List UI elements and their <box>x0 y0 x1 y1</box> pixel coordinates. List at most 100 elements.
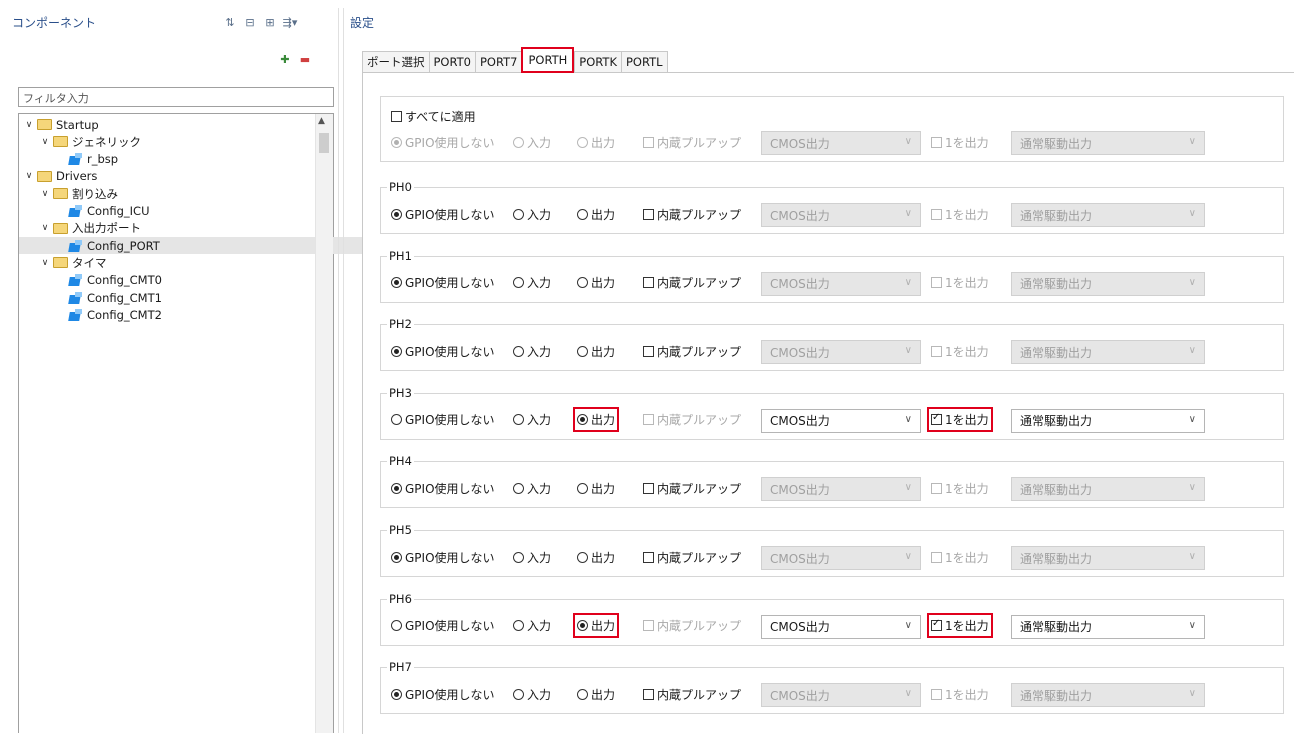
ph0-output-radio[interactable]: 出力 <box>577 203 615 225</box>
radio-icon[interactable] <box>513 208 524 220</box>
radio-icon[interactable] <box>391 414 402 426</box>
ph4-output-radio[interactable]: 出力 <box>577 477 615 499</box>
tree-item[interactable]: ∨ タイマ <box>19 254 107 271</box>
ph3-output-radio[interactable]: 出力 <box>572 407 620 433</box>
panel-splitter[interactable] <box>338 8 344 733</box>
checkbox-icon[interactable] <box>931 618 942 632</box>
ph7-gpio-radio[interactable]: GPIO使用しない <box>391 683 495 705</box>
radio-icon[interactable] <box>513 551 524 563</box>
ph7-output-radio[interactable]: 出力 <box>577 683 615 705</box>
tree-item[interactable]: r_bsp <box>19 151 118 168</box>
sort-az-icon[interactable]: ⇅ <box>223 15 237 29</box>
view-menu-icon[interactable]: ⇶▾ <box>283 15 298 29</box>
ph3-input-radio[interactable]: 入力 <box>513 409 551 431</box>
radio-icon[interactable] <box>513 345 524 357</box>
ph4-input-radio[interactable]: 入力 <box>513 477 551 499</box>
ph5-input-radio[interactable]: 入力 <box>513 546 551 568</box>
tree-item[interactable]: ∨ 割り込み <box>19 185 118 202</box>
ph5-output-radio[interactable]: 出力 <box>577 546 615 568</box>
ph5-pullup-checkbox[interactable]: 内蔵プルアップ <box>643 546 741 568</box>
checkbox-icon[interactable] <box>643 345 654 357</box>
tree-item[interactable]: Config_CMT2 <box>19 306 162 323</box>
ph6-output-1-checkbox[interactable]: 1を出力 <box>927 613 993 639</box>
radio-icon[interactable] <box>391 688 402 700</box>
checkbox-icon[interactable] <box>643 482 654 494</box>
tree-item[interactable]: ∨ ジェネリック <box>19 133 141 150</box>
radio-icon[interactable] <box>391 345 402 357</box>
radio-icon[interactable] <box>513 277 524 289</box>
radio-icon[interactable] <box>577 688 588 700</box>
checkbox-icon[interactable] <box>931 412 942 426</box>
ph6-input-radio[interactable]: 入力 <box>513 615 551 637</box>
tree-item[interactable]: ∨ 入出力ポート <box>19 220 141 237</box>
tab-ポート選択[interactable]: ポート選択 <box>362 51 429 73</box>
ph5-gpio-radio[interactable]: GPIO使用しない <box>391 546 495 568</box>
ph6-output-type-select[interactable]: CMOS出力 ∨ <box>761 614 921 639</box>
chevron-down-icon[interactable]: ∨ <box>39 223 51 233</box>
tab-porth[interactable]: PORTH <box>521 47 575 73</box>
ph2-input-radio[interactable]: 入力 <box>513 340 551 362</box>
radio-icon[interactable] <box>391 551 402 563</box>
ph0-input-radio[interactable]: 入力 <box>513 203 551 225</box>
radio-icon[interactable] <box>577 345 588 357</box>
chevron-down-icon[interactable]: ∨ <box>39 189 51 199</box>
tab-port0[interactable]: PORT0 <box>428 51 475 73</box>
ph4-gpio-radio[interactable]: GPIO使用しない <box>391 477 495 499</box>
radio-icon[interactable] <box>391 620 402 632</box>
add-component-icon[interactable]: ✚ <box>278 52 292 66</box>
radio-icon[interactable] <box>577 414 588 426</box>
ph3-output-type-select[interactable]: CMOS出力 ∨ <box>761 408 921 433</box>
ph6-output-radio[interactable]: 出力 <box>572 613 620 639</box>
checkbox-icon[interactable] <box>643 551 654 563</box>
ph2-output-radio[interactable]: 出力 <box>577 340 615 362</box>
ph1-input-radio[interactable]: 入力 <box>513 272 551 294</box>
filter-input[interactable]: フィルタ入力 <box>18 87 334 107</box>
ph6-drive-select[interactable]: 通常駆動出力 ∨ <box>1011 614 1205 639</box>
tree-scroll-thumb[interactable] <box>319 133 329 153</box>
apply-all-checkbox[interactable]: すべてに適用 <box>391 105 476 127</box>
ph3-drive-select[interactable]: 通常駆動出力 ∨ <box>1011 408 1205 433</box>
tab-portk[interactable]: PORTK <box>574 51 621 73</box>
expand-all-icon[interactable]: ⊞ <box>263 15 277 29</box>
radio-icon[interactable] <box>391 277 402 289</box>
radio-icon[interactable] <box>513 482 524 494</box>
tree-item[interactable]: Config_CMT0 <box>19 272 162 289</box>
radio-icon[interactable] <box>391 482 402 494</box>
tree-item[interactable]: Config_ICU <box>19 203 150 220</box>
scroll-up-icon[interactable]: ▲ <box>318 116 325 126</box>
checkbox-icon[interactable] <box>643 208 654 220</box>
ph1-pullup-checkbox[interactable]: 内蔵プルアップ <box>643 272 741 294</box>
ph2-pullup-checkbox[interactable]: 内蔵プルアップ <box>643 340 741 362</box>
tree-item[interactable]: ∨ Drivers <box>19 168 98 185</box>
chevron-down-icon[interactable]: ∨ <box>23 171 35 181</box>
radio-icon[interactable] <box>577 208 588 220</box>
ph7-pullup-checkbox[interactable]: 内蔵プルアップ <box>643 683 741 705</box>
ph6-gpio-radio[interactable]: GPIO使用しない <box>391 615 495 637</box>
tree-item[interactable]: ∨ Startup <box>19 116 99 133</box>
collapse-all-icon[interactable]: ⊟ <box>243 15 257 29</box>
radio-icon[interactable] <box>513 620 524 632</box>
ph0-pullup-checkbox[interactable]: 内蔵プルアップ <box>643 203 741 225</box>
chevron-down-icon[interactable]: ∨ <box>39 137 51 147</box>
radio-icon[interactable] <box>577 551 588 563</box>
ph1-output-radio[interactable]: 出力 <box>577 272 615 294</box>
ph7-input-radio[interactable]: 入力 <box>513 683 551 705</box>
ph0-gpio-radio[interactable]: GPIO使用しない <box>391 203 495 225</box>
checkbox-icon[interactable] <box>643 688 654 700</box>
tree-scrollbar[interactable]: ▲ <box>315 114 333 733</box>
remove-component-icon[interactable]: ▬ <box>298 52 312 66</box>
ph1-gpio-radio[interactable]: GPIO使用しない <box>391 272 495 294</box>
chevron-down-icon[interactable]: ∨ <box>23 120 35 130</box>
tab-port7[interactable]: PORT7 <box>474 51 522 73</box>
ph2-gpio-radio[interactable]: GPIO使用しない <box>391 340 495 362</box>
radio-icon[interactable] <box>513 414 524 426</box>
chevron-down-icon[interactable]: ∨ <box>39 258 51 268</box>
checkbox-icon[interactable] <box>391 110 402 122</box>
checkbox-icon[interactable] <box>643 277 654 289</box>
radio-icon[interactable] <box>391 208 402 220</box>
tab-portl[interactable]: PORTL <box>621 51 668 73</box>
ph3-output-1-checkbox[interactable]: 1を出力 <box>927 407 993 433</box>
radio-icon[interactable] <box>577 277 588 289</box>
ph4-pullup-checkbox[interactable]: 内蔵プルアップ <box>643 477 741 499</box>
ph3-gpio-radio[interactable]: GPIO使用しない <box>391 409 495 431</box>
